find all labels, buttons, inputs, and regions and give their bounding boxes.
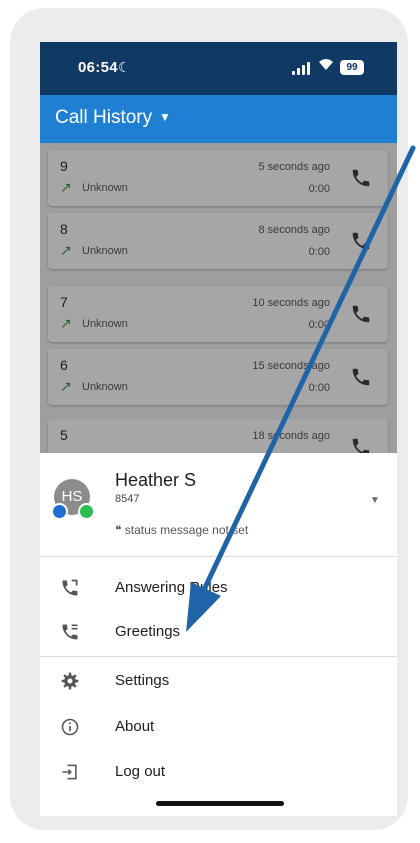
call-history-list: 9 ↗ Unknown 5 seconds ago 0:00 8 ↗ Unkno… [40,143,397,453]
status-message[interactable]: ❝ status message not set [115,523,248,537]
call-type: Unknown [82,381,128,393]
menu-item-greetings[interactable]: Greetings [40,612,397,652]
status-time: 06:54 [78,59,118,76]
logout-icon [62,764,77,780]
call-item[interactable]: 6 ↗ Unknown 15 seconds ago 0:00 [48,349,388,405]
phone-list-icon [62,624,78,640]
call-name: 6 [60,357,68,373]
menu-item-label: Greetings [115,623,181,640]
call-type: Unknown [82,182,128,194]
caret-down-icon[interactable]: ▼ [159,110,171,124]
navigation-drawer: HS Heather S 8547 ▼ ❝ status message not… [40,453,397,816]
outgoing-arrow-icon: ↗ [60,179,72,195]
call-time: 8 seconds ago [258,224,330,236]
menu-item-settings[interactable]: Settings [40,661,397,701]
outgoing-arrow-icon: ↗ [60,315,72,331]
call-name: 9 [60,158,68,174]
call-time: 18 seconds ago [252,430,330,442]
app-bar[interactable]: Call History ▼ [40,95,397,143]
menu-item-label: Settings [115,672,170,689]
call-time: 5 seconds ago [258,161,330,173]
chevron-down-icon[interactable]: ▼ [370,495,380,506]
phone-icon[interactable] [350,167,372,189]
page-title[interactable]: Call History [55,107,152,129]
menu-item-label: Log out [115,763,166,780]
call-time: 10 seconds ago [252,297,330,309]
phone-forward-icon [62,579,78,596]
wifi-icon [317,56,335,77]
divider [40,656,397,657]
status-bar: 06:54 ☾ 99 [40,42,397,95]
phone-icon[interactable] [350,303,372,325]
phone-icon[interactable] [350,230,372,252]
divider [40,556,397,557]
call-duration: 0:00 [308,183,330,195]
call-type: Unknown [82,318,128,330]
gear-icon [61,672,79,690]
call-item[interactable]: 9 ↗ Unknown 5 seconds ago 0:00 [48,150,388,206]
user-name: Heather S [115,470,197,490]
call-name: 5 [60,427,68,443]
call-duration: 0:00 [308,246,330,258]
phone-screen: 06:54 ☾ 99 Call History ▼ 9 ↗ Unknown 5 … [40,42,397,816]
menu-item-logout[interactable]: Log out [40,752,397,792]
menu-item-answering-rules[interactable]: Answering Rules [40,568,397,608]
menu-item-label: About [115,718,155,735]
user-extension: 8547 [115,493,140,505]
call-item[interactable]: 7 ↗ Unknown 10 seconds ago 0:00 [48,286,388,342]
call-name: 8 [60,221,68,237]
call-duration: 0:00 [308,382,330,394]
call-duration: 0:00 [308,319,330,331]
phone-badge-icon [78,503,95,520]
info-icon [61,718,79,736]
moon-icon: ☾ [118,59,131,75]
battery-icon: 99 [340,60,364,75]
call-item[interactable]: 5 18 seconds ago [48,419,388,453]
home-indicator[interactable] [156,801,284,806]
call-time: 15 seconds ago [252,360,330,372]
outgoing-arrow-icon: ↗ [60,378,72,394]
outgoing-arrow-icon: ↗ [60,242,72,258]
call-item[interactable]: 8 ↗ Unknown 8 seconds ago 0:00 [48,213,388,269]
signal-icon [292,61,314,75]
call-type: Unknown [82,245,128,257]
menu-item-label: Answering Rules [115,579,228,596]
call-name: 7 [60,294,68,310]
phone-icon[interactable] [350,366,372,388]
menu-item-about[interactable]: About [40,707,397,747]
chat-badge-icon [51,503,68,520]
phone-icon[interactable] [350,436,372,453]
